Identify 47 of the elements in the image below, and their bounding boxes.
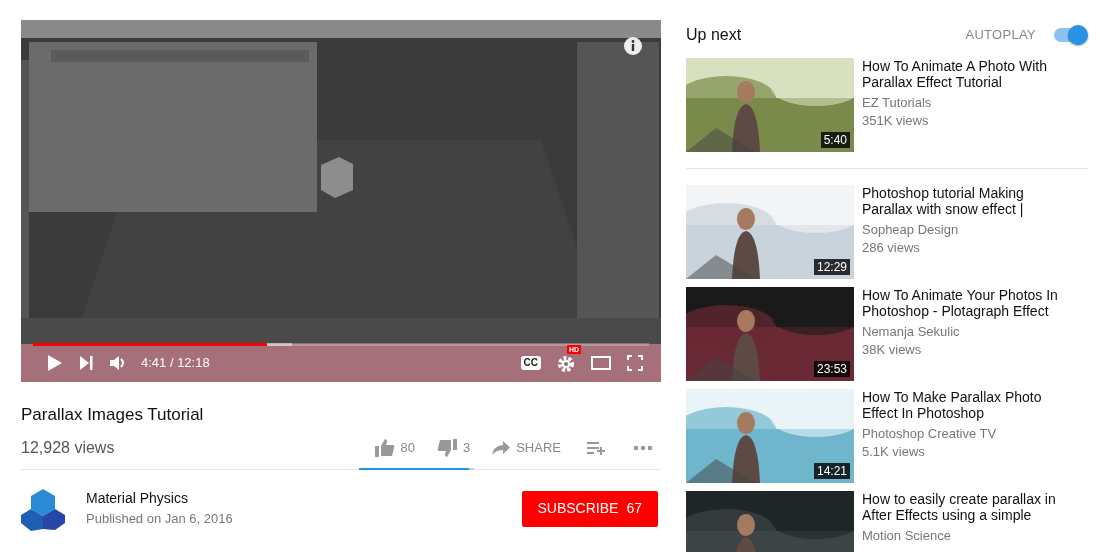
view-count: 5.1K views xyxy=(862,443,926,461)
view-count: 38K views xyxy=(862,341,923,359)
settings-icon[interactable] xyxy=(557,354,575,373)
add-to-playlist-icon xyxy=(587,441,605,455)
duration-badge: 23:53 xyxy=(813,361,850,377)
time-display: 4:41 / 12:18 xyxy=(141,354,210,373)
autoplay-toggle[interactable] xyxy=(1052,24,1088,46)
more-button[interactable] xyxy=(633,445,653,451)
theater-mode-icon[interactable] xyxy=(591,356,611,370)
share-icon xyxy=(492,441,511,455)
publish-date: Published on Jan 6, 2016 xyxy=(86,510,234,529)
channel-name[interactable]: EZ Tutorials xyxy=(862,94,1067,112)
view-count: 286 views xyxy=(862,239,921,257)
cube-avatar-icon xyxy=(21,486,65,531)
captions-button[interactable]: CC xyxy=(520,356,541,370)
channel-name[interactable]: Sopheap Design xyxy=(862,221,1067,239)
duration-badge: 14:21 xyxy=(813,463,850,479)
recommended-video-title[interactable]: How To Make Parallax Photo Effect In Photoshop xyxy=(862,389,1067,421)
duration-badge: 5:40 xyxy=(820,132,850,148)
volume-icon[interactable] xyxy=(109,355,125,371)
duration-badge: 12:29 xyxy=(813,259,850,275)
channel-name[interactable]: Photoshop Creative TV xyxy=(862,425,1067,443)
recommended-video-title[interactable]: How To Animate Your Photos In Photoshop - Plotagraph Effect xyxy=(862,287,1067,319)
thumbs-up-icon xyxy=(374,439,395,457)
fullscreen-icon[interactable] xyxy=(627,355,643,371)
add-to-playlist-button[interactable] xyxy=(587,441,605,455)
view-count: 12,928 views xyxy=(21,438,116,458)
progress-bar[interactable] xyxy=(33,343,649,346)
channel-name[interactable]: Nemanja Sekulic xyxy=(862,323,1067,341)
video-title: Parallax Images Tutorial xyxy=(21,404,205,426)
recommended-video-title[interactable]: Photoshop tutorial Making Parallax with snow effect | xyxy=(862,185,1067,217)
recommended-video-title[interactable]: How to easily create parallax in After Effects using a simple xyxy=(862,491,1067,523)
channel-name[interactable]: Material Physics xyxy=(86,488,522,510)
recommended-video-title[interactable]: How To Animate A Photo With Parallax Effect Tutorial xyxy=(862,58,1067,90)
subscribe-button[interactable]: SUBSCRIBE 67 xyxy=(521,490,658,527)
channel-name[interactable]: Motion Science xyxy=(862,527,1067,545)
autoplay-label: AUTOPLAY xyxy=(965,26,1036,45)
next-icon[interactable] xyxy=(79,355,93,371)
dislike-button[interactable]: 3 xyxy=(436,438,471,458)
more-icon xyxy=(633,445,653,451)
up-next-heading: Up next xyxy=(686,25,742,45)
thumbs-down-icon xyxy=(436,439,457,457)
like-button[interactable]: 80 xyxy=(374,438,415,458)
share-button[interactable]: SHARE xyxy=(492,438,561,458)
info-icon[interactable] xyxy=(623,36,643,56)
play-icon[interactable] xyxy=(47,354,63,372)
view-count: 351K views xyxy=(862,112,930,130)
